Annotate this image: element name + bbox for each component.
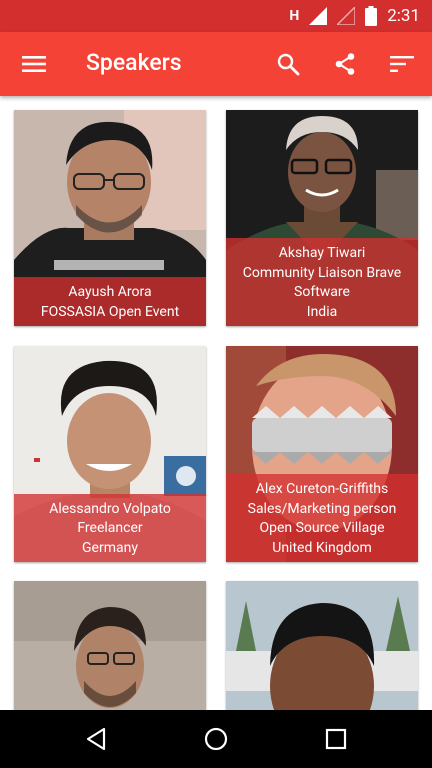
speaker-name: Aayush Arora	[68, 284, 152, 300]
search-button[interactable]	[268, 44, 308, 84]
signal-empty-icon	[337, 7, 356, 25]
speaker-name: Alessandro Volpato	[49, 500, 171, 517]
speaker-caption: Alex Cureton-Griffiths Sales/Marketing p…	[226, 474, 418, 562]
speaker-photo	[226, 581, 418, 710]
share-button[interactable]	[325, 44, 365, 84]
sort-button[interactable]	[382, 44, 422, 84]
speaker-caption: Aayush Arora FOSSASIA Open Event	[14, 277, 206, 326]
speaker-card[interactable]: Akshay Tiwari Community Liaison Brave So…	[226, 110, 418, 326]
speaker-grid: Aayush Arora FOSSASIA Open Event Akshay …	[0, 96, 432, 710]
speaker-card[interactable]	[226, 581, 418, 710]
speaker-name: Akshay Tiwari	[278, 245, 366, 261]
speaker-info-line: Software	[294, 284, 350, 300]
share-icon	[335, 53, 355, 75]
recents-button[interactable]	[316, 719, 356, 759]
battery-icon	[365, 6, 378, 26]
speaker-info-line: Open Source Village	[259, 520, 385, 536]
navigation-bar	[0, 710, 432, 768]
clock: 2:31	[387, 6, 420, 26]
speaker-info-line: Freelancer	[77, 520, 143, 536]
speaker-card[interactable]: Aayush Arora FOSSASIA Open Event	[14, 110, 206, 326]
speaker-card[interactable]: Alex Cureton-Griffiths Sales/Marketing p…	[226, 346, 418, 562]
home-button[interactable]	[196, 719, 236, 759]
page-title: Speakers	[86, 49, 182, 76]
speaker-name: Alex Cureton-Griffiths	[255, 481, 389, 497]
home-circle-icon	[204, 727, 228, 751]
speaker-info-line: Germany	[82, 539, 138, 556]
hamburger-icon	[22, 56, 46, 72]
recents-square-icon	[325, 728, 347, 750]
speaker-caption: Alessandro Volpato Freelancer Germany	[14, 493, 206, 562]
back-triangle-icon	[86, 727, 106, 751]
speaker-info-line: India	[306, 303, 338, 320]
status-bar: H 2:31	[0, 0, 432, 32]
speaker-info-line: Community Liaison Brave	[242, 264, 402, 281]
speaker-card[interactable]: Alessandro Volpato Freelancer Germany	[14, 346, 206, 562]
speaker-info-line: FOSSASIA Open Event	[40, 303, 180, 320]
speaker-photo	[14, 581, 206, 710]
search-icon	[277, 53, 300, 76]
speaker-info-line: Sales/Marketing person	[247, 500, 397, 517]
back-button[interactable]	[76, 719, 116, 759]
network-type-label: H	[289, 8, 300, 24]
sort-icon	[390, 56, 414, 72]
speaker-caption: Akshay Tiwari Community Liaison Brave So…	[226, 238, 418, 326]
speaker-card[interactable]	[14, 581, 206, 710]
app-bar: Speakers	[0, 32, 432, 96]
signal-icon	[309, 7, 328, 25]
speaker-info-line: United Kingdom	[272, 539, 372, 556]
menu-button[interactable]	[14, 44, 54, 84]
